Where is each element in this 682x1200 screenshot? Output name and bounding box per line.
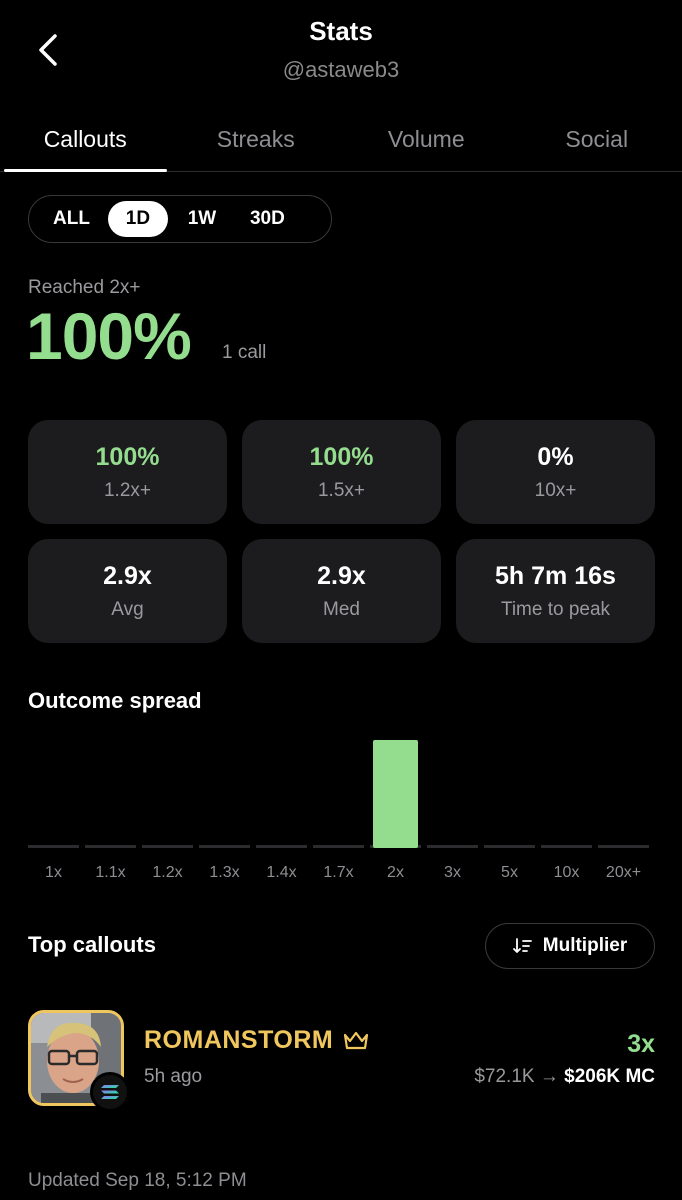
chart-baseline (484, 845, 535, 848)
mc-from: $72.1K (474, 1066, 535, 1087)
chart-tick-label: 1x (45, 864, 62, 881)
stat-card: 100% 1.5x+ (242, 420, 441, 524)
outcome-spread-title: Outcome spread (28, 688, 202, 713)
chart-tick-label: 10x (554, 864, 580, 881)
stat-card: 2.9x Med (242, 539, 441, 643)
reached-label: Reached 2x+ (28, 277, 141, 298)
stats-grid: 100% 1.2x+ 100% 1.5x+ 0% 10x+ 2.9x Avg 2… (28, 420, 655, 643)
stat-value: 100% (309, 442, 374, 471)
mc-unit: MC (625, 1066, 655, 1087)
range-1w[interactable]: 1W (172, 201, 232, 237)
chart-baseline (142, 845, 193, 848)
chart-baseline (427, 845, 478, 848)
stat-card: 100% 1.2x+ (28, 420, 227, 524)
stat-value: 2.9x (317, 561, 366, 590)
chart-baseline (28, 845, 79, 848)
sort-label: Multiplier (542, 935, 628, 956)
market-cap-change: $72.1K → $206K MC (474, 1066, 655, 1088)
stat-value: 2.9x (103, 561, 152, 590)
stat-label: 1.2x+ (103, 479, 151, 501)
solana-icon (90, 1072, 130, 1112)
chart-baseline (85, 845, 136, 848)
chart-bar-2x (373, 740, 418, 848)
tab-volume[interactable]: Volume (341, 108, 512, 171)
chart-tick-label: 2x (387, 864, 404, 881)
outcome-chart-svg: 1x 1.1x 1.2x 1.3x 1.4x 1.7x 2x 3x 5x 10x 20x+ (28, 740, 649, 881)
arrow-right-icon: → (539, 1066, 565, 1087)
callout-row[interactable]: ROMANSTORM 5h ago 3x $72.1K → $206K MC (28, 1010, 655, 1112)
crown-icon (344, 1031, 369, 1049)
stat-card: 5h 7m 16s Time to peak (456, 539, 655, 643)
chart-baseline (541, 845, 592, 848)
range-30d[interactable]: 30D (236, 201, 299, 237)
chart-baseline (313, 845, 364, 848)
stat-label: Avg (111, 598, 144, 620)
page-title: Stats (309, 16, 373, 46)
chart-baseline (598, 845, 649, 848)
chart-tick-label: 3x (444, 864, 461, 881)
caller-name: ROMANSTORM (144, 1026, 369, 1055)
chart-tick-label: 1.3x (209, 864, 239, 881)
stat-card: 0% 10x+ (456, 420, 655, 524)
chart-baseline (199, 845, 250, 848)
range-all[interactable]: ALL (39, 201, 104, 237)
chart-tick-label: 1.4x (266, 864, 296, 881)
call-count: 1 call (222, 342, 267, 363)
chart-baseline (256, 845, 307, 848)
tab-social[interactable]: Social (512, 108, 682, 171)
chart-tick-label: 5x (501, 864, 518, 881)
outcome-spread-chart: 1x 1.1x 1.2x 1.3x 1.4x 1.7x 2x 3x 5x 10x 20x+ (28, 735, 655, 885)
sort-multiplier-button[interactable]: Multiplier (485, 923, 655, 969)
stat-value: 100% (95, 442, 160, 471)
caller-name-text: ROMANSTORM (144, 1026, 334, 1054)
chart-tick-label: 1.7x (323, 864, 353, 881)
tab-bar: Callouts Streaks Volume Social (0, 108, 682, 172)
sort-icon (512, 938, 532, 953)
chart-tick-label: 1.1x (95, 864, 125, 881)
top-callouts-title: Top callouts (28, 932, 156, 957)
tab-callouts[interactable]: Callouts (0, 108, 171, 172)
reached-percentage: 100% (26, 299, 192, 373)
mc-to: $206K (564, 1066, 621, 1087)
stat-label: Time to peak (500, 598, 611, 620)
stat-value: 0% (537, 442, 574, 471)
callout-multiplier: 3x (627, 1030, 655, 1058)
chart-tick-label: 1.2x (152, 864, 182, 881)
user-handle: @astaweb3 (282, 57, 400, 82)
stat-card: 2.9x Avg (28, 539, 227, 643)
stat-label: Med (323, 598, 360, 620)
chart-tick-label: 20x+ (606, 864, 641, 881)
stat-value: 5h 7m 16s (495, 561, 616, 590)
time-range-selector: ALL 1D 1W 30D (28, 195, 332, 243)
updated-timestamp: Updated Sep 18, 5:12 PM (28, 1170, 247, 1191)
tab-streaks[interactable]: Streaks (171, 108, 342, 171)
header: Stats @astaweb3 (0, 0, 682, 100)
callout-time: 5h ago (144, 1066, 203, 1087)
stat-label: 10x+ (534, 479, 577, 501)
stat-label: 1.5x+ (317, 479, 365, 501)
range-1d[interactable]: 1D (107, 201, 168, 237)
